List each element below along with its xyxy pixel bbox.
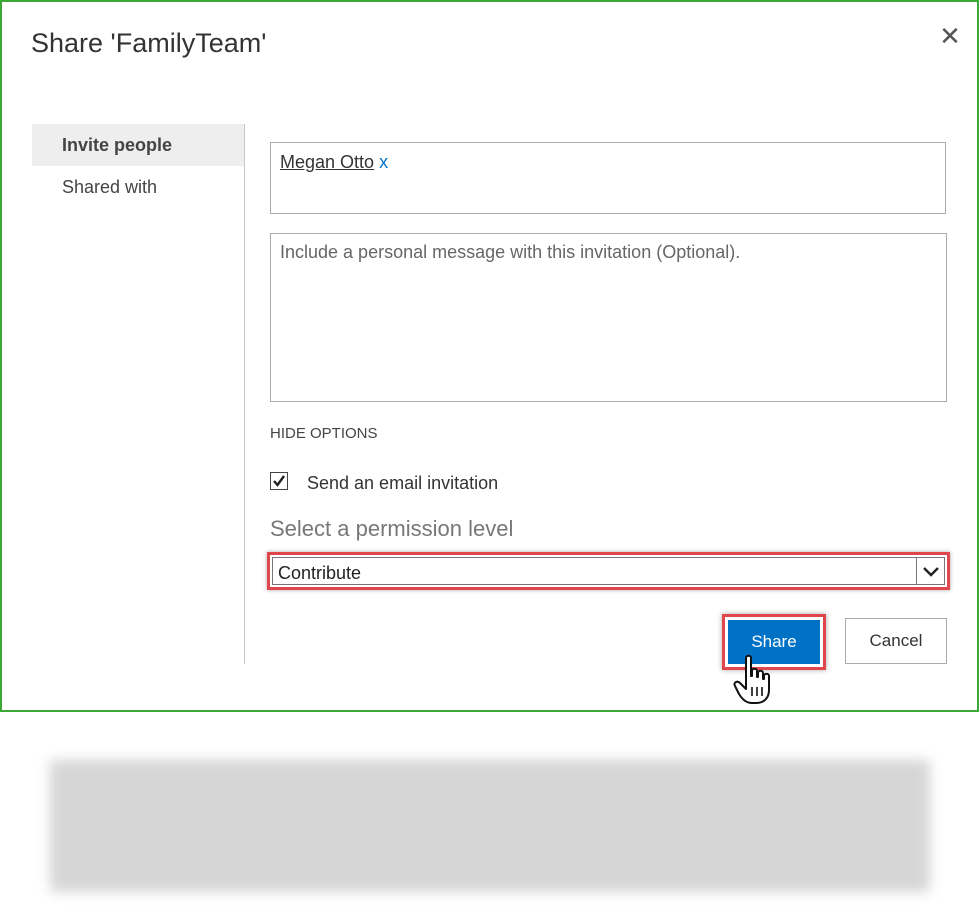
- person-name[interactable]: Megan Otto: [280, 152, 374, 172]
- nav-item-invite-people[interactable]: Invite people: [32, 124, 244, 166]
- remove-person-button[interactable]: x: [379, 152, 388, 172]
- chevron-down-icon[interactable]: [916, 558, 944, 584]
- nav-item-shared-with[interactable]: Shared with: [32, 166, 244, 208]
- checkmark-icon: [273, 475, 285, 487]
- permission-level-label: Select a permission level: [270, 516, 514, 541]
- close-icon[interactable]: ✕: [936, 22, 964, 50]
- hide-options-link[interactable]: HIDE OPTIONS: [270, 425, 378, 442]
- send-email-label: Send an email invitation: [307, 473, 499, 493]
- share-dialog: Share 'FamilyTeam' ✕ Invite people Share…: [0, 0, 979, 712]
- permission-select-value: Contribute: [278, 563, 362, 583]
- send-email-checkbox[interactable]: [270, 472, 288, 490]
- permission-select[interactable]: Contribute: [272, 557, 945, 585]
- dialog-title: Share 'FamilyTeam': [31, 28, 267, 58]
- cancel-button[interactable]: Cancel: [845, 618, 947, 664]
- person-token: Megan Otto x: [280, 152, 388, 173]
- nav-divider: [244, 124, 245, 664]
- people-picker-input[interactable]: Megan Otto x: [270, 142, 946, 214]
- dialog-nav: Invite people Shared with: [32, 124, 244, 664]
- personal-message-input[interactable]: [270, 233, 947, 402]
- hand-cursor-icon: [733, 654, 770, 704]
- permission-select-highlight: Contribute: [267, 552, 950, 590]
- blurred-background-panel: [50, 760, 930, 892]
